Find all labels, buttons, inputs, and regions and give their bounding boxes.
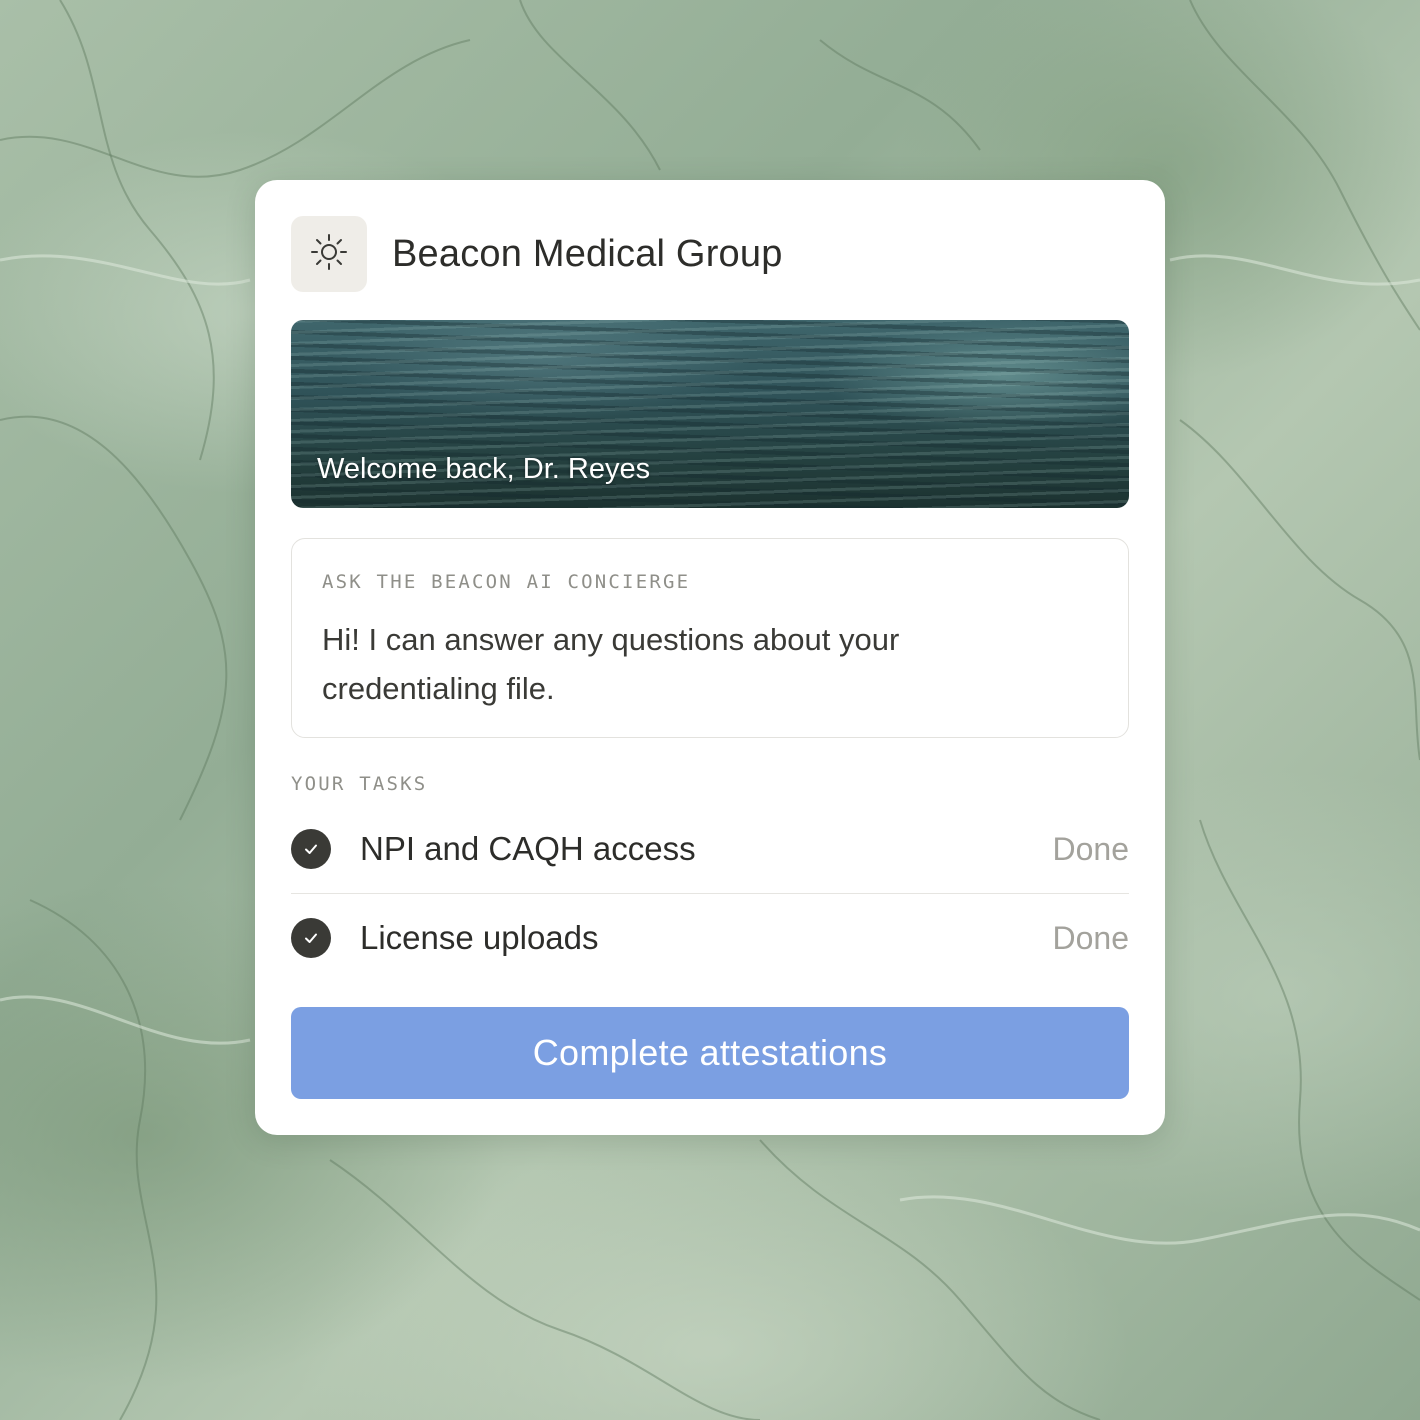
- complete-attestations-button[interactable]: Complete attestations: [291, 1007, 1129, 1099]
- task-row[interactable]: License uploads Done: [291, 894, 1129, 982]
- welcome-banner: Welcome back, Dr. Reyes: [291, 320, 1129, 508]
- ai-concierge-panel[interactable]: ASK THE BEACON AI CONCIERGE Hi! I can an…: [291, 538, 1129, 738]
- task-status: Done: [1052, 919, 1130, 956]
- task-name: License uploads: [360, 919, 599, 956]
- check-circle-icon: [291, 918, 331, 958]
- org-logo: [291, 216, 367, 292]
- concierge-message: Hi! I can answer any questions about you…: [322, 622, 900, 706]
- task-row[interactable]: NPI and CAQH access Done: [291, 805, 1129, 894]
- card-header: Beacon Medical Group: [291, 216, 783, 292]
- concierge-label: ASK THE BEACON AI CONCIERGE: [322, 571, 691, 593]
- tasks-heading: YOUR TASKS: [291, 773, 428, 795]
- task-status: Done: [1052, 830, 1130, 867]
- welcome-greeting: Welcome back, Dr. Reyes: [317, 453, 651, 485]
- cta-label: Complete attestations: [532, 1032, 888, 1073]
- task-name: NPI and CAQH access: [360, 830, 696, 867]
- sun-icon: [310, 233, 348, 276]
- check-circle-icon: [291, 829, 331, 869]
- org-name: Beacon Medical Group: [392, 232, 783, 275]
- credentialing-card: Beacon Medical Group Welcome back, Dr. R…: [255, 180, 1165, 1135]
